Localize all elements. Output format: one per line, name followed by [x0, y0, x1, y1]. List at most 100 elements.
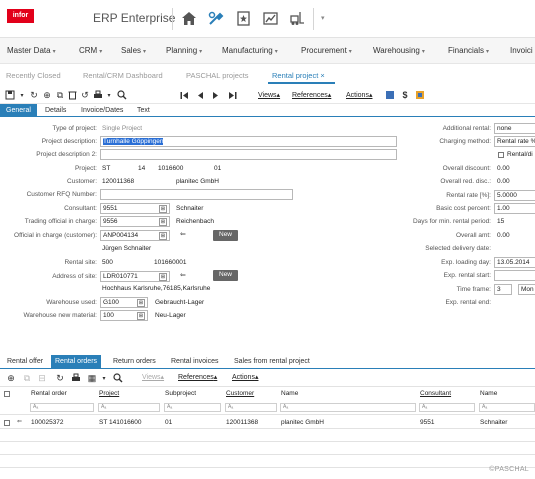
menu-crm[interactable]: CRM ▾: [79, 46, 102, 55]
grid-views-menu[interactable]: Views▴: [142, 373, 164, 381]
last-record-icon[interactable]: [226, 89, 238, 101]
filter-subproject[interactable]: Aₐ: [164, 403, 221, 412]
cell-project[interactable]: ST 141016600: [99, 419, 142, 426]
copy-icon[interactable]: ⧉: [21, 372, 33, 384]
new-icon[interactable]: ⊕: [5, 372, 17, 384]
close-icon[interactable]: ×: [320, 71, 324, 80]
col-consultant-name[interactable]: Name: [480, 390, 497, 397]
warehouse-new-field[interactable]: 100 ⊞: [100, 310, 148, 321]
col-project[interactable]: Project: [99, 390, 119, 397]
tab-general[interactable]: General: [0, 104, 37, 117]
col-consultant[interactable]: Consultant: [420, 390, 451, 397]
refresh-icon[interactable]: ↻: [54, 372, 66, 384]
dropdown-icon[interactable]: ▾: [103, 89, 115, 101]
menu-procurement[interactable]: Procurement ▾: [301, 46, 352, 55]
project-description-2-field[interactable]: [100, 149, 397, 160]
menu-manufacturing[interactable]: Manufacturing ▾: [222, 46, 278, 55]
lookup-icon[interactable]: ⊞: [159, 218, 167, 226]
dropdown-icon[interactable]: ▾: [98, 372, 110, 384]
goto-arrow-icon[interactable]: ⇐: [17, 418, 22, 425]
filter-project[interactable]: Aₐ: [98, 403, 160, 412]
time-frame-unit-select[interactable]: Mon: [518, 284, 535, 295]
tab-details[interactable]: Details: [39, 104, 72, 117]
delete-icon[interactable]: ⊟: [36, 372, 48, 384]
tab-paschal-projects[interactable]: PASCHAL projects: [186, 71, 249, 80]
customer-rfq-field[interactable]: [100, 189, 293, 200]
filter-name[interactable]: Aₐ: [280, 403, 416, 412]
tab-rental-offer[interactable]: Rental offer: [3, 355, 47, 368]
new-contact-button[interactable]: New: [213, 230, 239, 241]
goto-arrow-icon[interactable]: ⇐: [180, 230, 186, 238]
save-icon[interactable]: [4, 89, 16, 101]
refresh-icon[interactable]: ↻: [28, 89, 40, 101]
tab-rental-crm-dashboard[interactable]: Rental/CRM Dashboard: [83, 71, 163, 80]
menu-master-data[interactable]: Master Data ▾: [7, 46, 56, 55]
lookup-icon[interactable]: ⊞: [137, 299, 145, 307]
attachment-icon[interactable]: [384, 89, 396, 101]
forklift-icon[interactable]: [287, 8, 307, 28]
col-name[interactable]: Name: [281, 390, 298, 397]
cell-name[interactable]: planitec GmbH: [281, 419, 324, 426]
dropdown-icon[interactable]: ▾: [16, 89, 28, 101]
currency-icon[interactable]: $: [399, 89, 411, 101]
consultant-field[interactable]: 9551 ⊞: [100, 203, 170, 214]
menu-planning[interactable]: Planning ▾: [166, 46, 202, 55]
select-all-checkbox[interactable]: [4, 391, 10, 397]
cell-consultant-name[interactable]: Schnaiter: [480, 419, 507, 426]
lookup-icon[interactable]: ⊞: [159, 273, 167, 281]
filter-consultant[interactable]: Aₐ: [419, 403, 475, 412]
chevron-down-icon[interactable]: ▾: [321, 14, 325, 22]
tab-sales-from-rental-project[interactable]: Sales from rental project: [230, 355, 314, 368]
time-frame-field[interactable]: 3: [494, 284, 512, 295]
cell-rental-order[interactable]: 100025372: [31, 419, 64, 426]
cell-customer[interactable]: 120011368: [226, 419, 258, 426]
col-rental-order[interactable]: Rental order: [31, 390, 67, 397]
tab-rental-orders[interactable]: Rental orders: [51, 355, 102, 368]
next-record-icon[interactable]: [210, 89, 222, 101]
col-subproject[interactable]: Subproject: [165, 390, 196, 397]
search-icon[interactable]: [116, 89, 128, 101]
chart-icon[interactable]: [260, 8, 280, 28]
project-description-field[interactable]: Turnhalle Göppingen: [100, 136, 397, 147]
actions-menu[interactable]: Actions▴: [346, 91, 372, 99]
search-icon[interactable]: [112, 372, 124, 384]
charging-method-field[interactable]: Rental rate %: [494, 136, 535, 147]
official-customer-field[interactable]: ANP004134 ⊞: [100, 230, 170, 241]
tab-text[interactable]: Text: [131, 104, 156, 117]
grid-references-menu[interactable]: References▴: [178, 373, 217, 381]
tab-rental-invoices[interactable]: Rental invoices: [167, 355, 222, 368]
rental-di-checkbox[interactable]: [498, 152, 504, 158]
cell-subproject[interactable]: 01: [165, 419, 172, 426]
menu-invoicing[interactable]: Invoici: [510, 46, 533, 55]
exp-loading-day-field[interactable]: 13.05.2014: [494, 257, 535, 268]
export-icon[interactable]: ▦: [86, 372, 98, 384]
warehouse-used-field[interactable]: G100 ⊞: [100, 297, 148, 308]
lookup-icon[interactable]: ⊞: [137, 312, 145, 320]
address-of-site-field[interactable]: LDR010771 ⊞: [100, 271, 170, 282]
filter-consultant-name[interactable]: Aₐ: [479, 403, 535, 412]
tab-return-orders[interactable]: Return orders: [109, 355, 160, 368]
filter-rental-order[interactable]: Aₐ: [30, 403, 94, 412]
lookup-icon[interactable]: ⊞: [159, 232, 167, 240]
basic-cost-percent-field[interactable]: 1.00: [494, 203, 535, 214]
menu-financials[interactable]: Financials ▾: [448, 46, 489, 55]
rental-rate-field[interactable]: 5.0000: [494, 190, 535, 201]
exp-rental-start-field[interactable]: [494, 270, 535, 281]
views-menu[interactable]: Views▴: [258, 91, 280, 99]
row-checkbox[interactable]: [4, 420, 10, 426]
trading-official-field[interactable]: 9556 ⊞: [100, 216, 170, 227]
cell-consultant[interactable]: 9551: [420, 419, 434, 426]
new-address-button[interactable]: New: [213, 270, 239, 281]
copy-icon[interactable]: ⧉: [54, 89, 66, 101]
tab-rental-project[interactable]: Rental project ×: [272, 71, 325, 80]
menu-warehousing[interactable]: Warehousing ▾: [373, 46, 425, 55]
lookup-icon[interactable]: ⊞: [159, 205, 167, 213]
report-icon[interactable]: [414, 89, 426, 101]
new-icon[interactable]: ⊕: [41, 89, 53, 101]
menu-sales[interactable]: Sales ▾: [121, 46, 146, 55]
delete-icon[interactable]: [66, 89, 78, 101]
previous-record-icon[interactable]: [194, 89, 206, 101]
favorite-page-icon[interactable]: [233, 8, 253, 28]
undo-icon[interactable]: ↺: [79, 89, 91, 101]
tab-recently-closed[interactable]: Recently Closed: [6, 71, 61, 80]
